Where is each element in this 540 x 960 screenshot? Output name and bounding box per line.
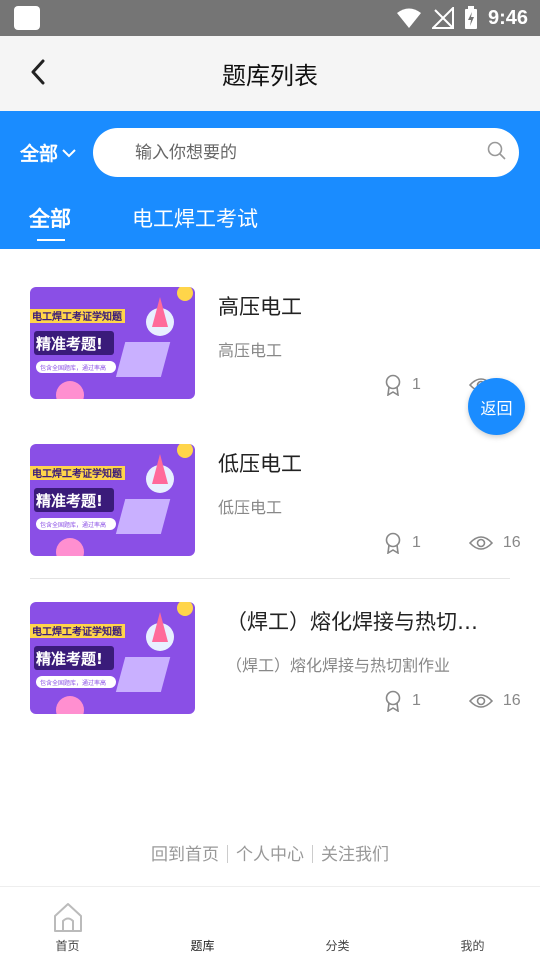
likes-count: 1 xyxy=(412,692,421,709)
list-item[interactable]: 电工焊工考证学知题 精准考题! 包含全国题库，通过率高 高压电工 高压电工 1 xyxy=(0,249,540,399)
thumb-headline: 精准考题! xyxy=(36,335,103,353)
thumb-banner-text: 电工焊工考证学知题 xyxy=(32,625,123,638)
footer-link-home[interactable]: 回到首页 xyxy=(151,845,219,865)
views-stat: 16 xyxy=(468,692,521,710)
item-thumbnail: 电工焊工考证学知题 精准考题! 包含全国题库，通过率高 xyxy=(30,287,195,399)
tab-electric-weld-exam[interactable]: 电工焊工考试 xyxy=(132,203,258,233)
likes-stat: 1 xyxy=(384,532,421,554)
thumbnail-image: 电工焊工考证学知题 精准考题! 包含全国题库，通过率高 xyxy=(30,287,195,399)
item-title: 低压电工 xyxy=(218,452,302,476)
nav-category[interactable]: 分类 xyxy=(270,887,405,960)
battery-charging-icon xyxy=(464,6,477,29)
likes-stat: 1 xyxy=(384,690,421,712)
nav-question-bank[interactable]: 题库 xyxy=(135,887,270,960)
search-icon[interactable] xyxy=(487,141,507,161)
eye-icon xyxy=(468,536,493,550)
nav-home[interactable]: 首页 xyxy=(0,887,135,960)
footer-link-profile[interactable]: 个人中心 xyxy=(236,845,304,865)
search-bar xyxy=(93,128,519,177)
search-tab-area: 全部 全部 电工焊工考试 xyxy=(0,111,540,249)
wifi-icon xyxy=(396,8,421,28)
thumbnail-image: 电工焊工考证学知题 精准考题! 包含全国题库，通过率高 xyxy=(30,602,195,714)
tab-all[interactable]: 全部 xyxy=(29,203,71,241)
item-stats: 1 16 xyxy=(384,532,521,554)
thumb-note: 包含全国题库，通过率高 xyxy=(40,679,106,687)
likes-stat: 1 xyxy=(384,374,421,396)
status-icons: 9:46 xyxy=(396,0,528,36)
thumb-headline: 精准考题! xyxy=(36,492,103,510)
category-filter-dropdown[interactable]: 全部 xyxy=(20,139,76,166)
footer-link-follow[interactable]: 关注我们 xyxy=(321,845,389,865)
status-bar: 9:46 xyxy=(0,0,540,36)
eye-icon xyxy=(468,694,493,708)
item-subtitle: 低压电工 xyxy=(218,498,283,517)
tab-active-indicator xyxy=(37,239,65,241)
nav-mine-label: 我的 xyxy=(460,939,485,953)
thumbnail-image: 电工焊工考证学知题 精准考题! 包含全国题库，通过率高 xyxy=(30,444,195,556)
award-icon xyxy=(385,374,401,396)
tab-all-label: 全部 xyxy=(29,207,71,231)
search-input[interactable] xyxy=(135,128,465,177)
award-icon xyxy=(385,690,401,712)
thumb-note: 包含全国题库，通过率高 xyxy=(40,521,106,529)
footer-separator xyxy=(227,845,228,863)
nav-home-label: 首页 xyxy=(55,939,80,953)
views-count: 16 xyxy=(502,692,521,709)
category-filter-label: 全部 xyxy=(20,143,59,165)
thumb-banner-text: 电工焊工考证学知题 xyxy=(32,310,123,323)
nav-question-bank-label: 题库 xyxy=(190,939,215,953)
award-icon xyxy=(385,532,401,554)
list-item[interactable]: 电工焊工考证学知题 精准考题! 包含全国题库，通过率高 低压电工 低压电工 1 … xyxy=(0,406,540,556)
nav-mine[interactable]: 我的 xyxy=(405,887,540,960)
thumb-headline: 精准考题! xyxy=(36,650,103,668)
likes-count: 1 xyxy=(412,376,421,393)
item-subtitle: （焊工）熔化焊接与热切割作业 xyxy=(226,656,451,675)
item-thumbnail: 电工焊工考证学知题 精准考题! 包含全国题库，通过率高 xyxy=(30,444,195,556)
nav-category-label: 分类 xyxy=(325,939,350,953)
views-count: 16 xyxy=(502,534,521,551)
footer-separator xyxy=(312,845,313,863)
item-stats: 1 16 xyxy=(384,690,521,712)
floating-back-button[interactable]: 返回 xyxy=(468,378,525,435)
tab-bar: 全部 电工焊工考试 xyxy=(0,199,540,249)
item-subtitle: 高压电工 xyxy=(218,341,283,360)
item-title: （焊工）熔化焊接与热切… xyxy=(226,610,478,634)
bottom-nav: 首页 题库 分类 我的 xyxy=(0,886,540,960)
likes-count: 1 xyxy=(412,534,421,551)
thumb-note: 包含全国题库，通过率高 xyxy=(40,364,106,372)
thumb-banner-text: 电工焊工考证学知题 xyxy=(32,467,123,480)
chevron-down-icon xyxy=(62,148,76,157)
item-thumbnail: 电工焊工考证学知题 精准考题! 包含全国题库，通过率高 xyxy=(30,602,195,714)
notification-icon xyxy=(14,6,40,30)
list-item[interactable]: 电工焊工考证学知题 精准考题! 包含全国题库，通过率高 （焊工）熔化焊接与热切…… xyxy=(0,564,540,714)
status-time: 9:46 xyxy=(487,6,528,29)
tab-electric-weld-exam-label: 电工焊工考试 xyxy=(132,207,258,231)
page-title: 题库列表 xyxy=(222,62,318,90)
item-title: 高压电工 xyxy=(218,295,302,319)
views-stat: 16 xyxy=(468,534,521,552)
footer-links: 回到首页 个人中心 关注我们 xyxy=(0,840,540,865)
no-signal-icon xyxy=(431,7,454,29)
home-icon xyxy=(54,903,82,932)
header: 题库列表 xyxy=(0,36,540,111)
